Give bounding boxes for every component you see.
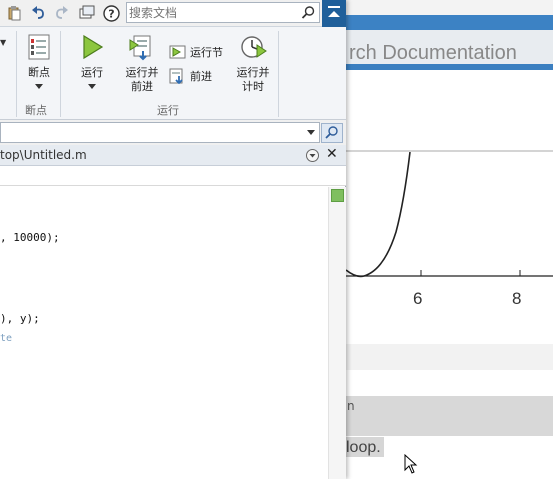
editor-scrollbar[interactable]	[328, 187, 346, 479]
breakpoints-dropdown-arrow[interactable]	[35, 84, 43, 89]
run-and-advance-icon	[129, 35, 151, 61]
run-button[interactable]: 运行	[76, 33, 108, 89]
ribbon-separator	[278, 31, 279, 117]
paste-button[interactable]	[5, 4, 23, 22]
redo-icon	[56, 6, 68, 19]
undo-icon	[32, 6, 44, 19]
quick-access-toolbar: ?	[0, 0, 346, 27]
address-search-button[interactable]	[321, 123, 343, 143]
doc-top-strip	[346, 0, 553, 15]
collapse-toolstrip-button[interactable]	[322, 0, 346, 27]
breakpoints-button[interactable]: 断点	[22, 33, 56, 89]
doc-selected-text[interactable]: loop.	[346, 437, 384, 457]
run-and-advance-label-2: 前进	[131, 80, 153, 93]
code-editor[interactable]: , 10000); ), y); te	[0, 187, 328, 479]
editor-file-path: top\Untitled.m	[0, 148, 87, 162]
editor-window: ? ▼	[0, 0, 346, 479]
doc-section-band	[346, 396, 553, 436]
run-and-advance-label-1: 运行并	[125, 66, 159, 79]
address-bar	[0, 120, 346, 145]
switch-windows-button[interactable]	[78, 4, 96, 22]
code-analyzer-status-icon[interactable]	[331, 189, 344, 202]
run-icon	[83, 34, 104, 60]
run-and-time-icon	[241, 36, 267, 58]
code-line: ), y);	[0, 312, 40, 325]
ribbon-partial-dropdown[interactable]: ▼	[0, 38, 6, 47]
doc-search-placeholder[interactable]: rch Documentation	[349, 42, 517, 65]
ribbon-separator	[16, 31, 17, 117]
help-button[interactable]: ?	[102, 4, 120, 22]
advance-icon	[169, 68, 183, 84]
editor-tab-strip	[0, 166, 346, 186]
ribbon-separator	[60, 31, 61, 117]
svg-text:?: ?	[108, 7, 114, 20]
run-section-label: 运行节	[190, 46, 223, 59]
breakpoints-label: 断点	[28, 66, 50, 79]
search-icon	[325, 126, 338, 139]
plot-curve	[346, 152, 411, 278]
advance-label: 前进	[190, 70, 212, 83]
run-and-time-label-1: 运行并	[236, 66, 270, 79]
run-label: 运行	[81, 66, 103, 79]
collapse-up-icon	[328, 6, 340, 17]
editor-title-bar: top\Untitled.m ✕	[0, 145, 346, 166]
run-dropdown-arrow[interactable]	[88, 84, 96, 89]
paste-icon	[8, 6, 21, 21]
breakpoints-icon	[28, 34, 50, 60]
plot-tick-label-8: 8	[512, 289, 522, 308]
breakpoints-group-label: 断点	[25, 104, 47, 117]
run-group-label: 运行	[157, 104, 179, 117]
doc-example-band	[346, 344, 553, 370]
address-input[interactable]	[0, 122, 320, 143]
run-and-time-label-2: 计时	[242, 80, 264, 93]
code-comment-line: te	[0, 333, 13, 344]
doc-section-heading: n	[347, 399, 355, 413]
plot-tick-label-6: 6	[413, 289, 423, 308]
documentation-search-input[interactable]	[129, 4, 297, 21]
undo-button[interactable]	[29, 4, 47, 22]
run-section-icon	[169, 45, 186, 59]
code-line: , 10000);	[0, 231, 60, 244]
run-and-advance-button[interactable]: 运行并 前进	[120, 33, 164, 94]
mouse-cursor-icon	[404, 454, 418, 474]
editor-ribbon: ▼ 断点 断点 运行 运行并 前进 运行节 前进 运行并 计时 运行	[0, 27, 346, 120]
run-section-button[interactable]: 运行节	[169, 44, 223, 60]
documentation-search[interactable]	[126, 2, 320, 23]
run-and-time-button[interactable]: 运行并 计时	[231, 33, 275, 94]
doc-plot	[346, 152, 553, 278]
close-icon[interactable]: ✕	[326, 146, 338, 162]
editor-actions-menu-icon[interactable]	[306, 149, 319, 162]
windows-icon	[79, 5, 95, 19]
redo-button[interactable]	[53, 4, 71, 22]
search-icon[interactable]	[301, 5, 316, 20]
help-icon: ?	[102, 4, 120, 22]
advance-button[interactable]: 前进	[169, 68, 212, 84]
address-dropdown-icon[interactable]	[307, 130, 315, 135]
